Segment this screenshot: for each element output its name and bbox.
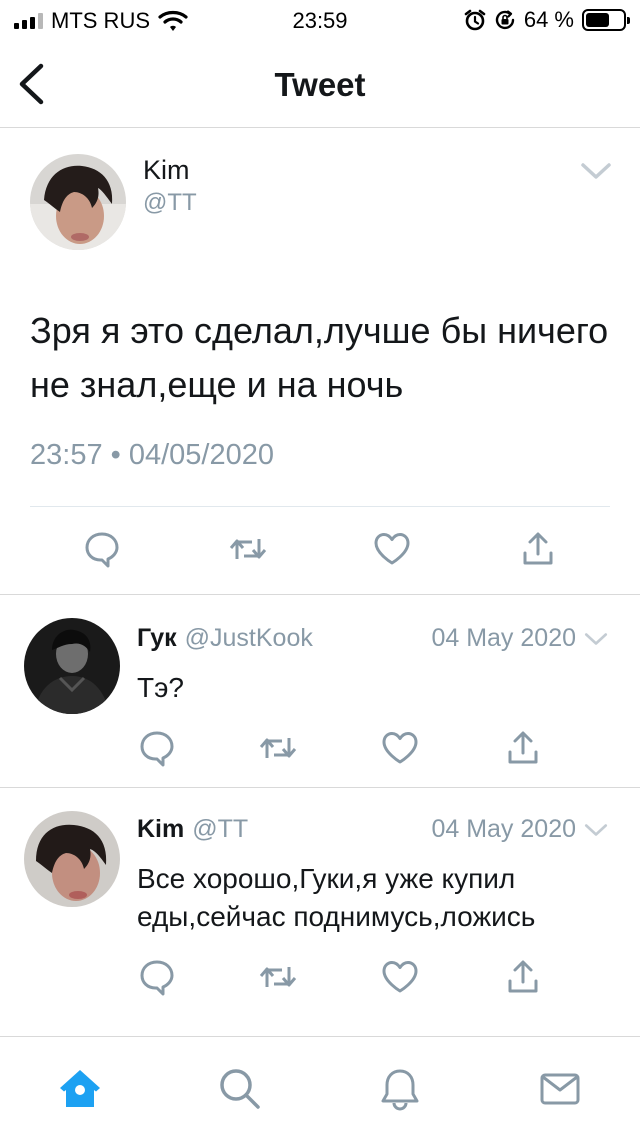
messages-icon (540, 1073, 580, 1105)
tab-home[interactable] (58, 1067, 102, 1111)
tab-notifications[interactable] (378, 1067, 422, 1111)
search-icon (220, 1069, 260, 1109)
reply-icon (137, 728, 177, 768)
reply-text: Все хорошо,Гуки,я уже купил еды,сейчас п… (137, 863, 536, 932)
battery-level (586, 13, 610, 27)
avatar[interactable] (24, 811, 120, 907)
like-icon (380, 957, 420, 997)
avatar[interactable] (30, 154, 126, 250)
retweet-icon (228, 529, 268, 569)
orientation-lock-icon (495, 10, 515, 30)
author-handle[interactable]: @TT (192, 815, 248, 843)
divider (30, 506, 610, 507)
share-button[interactable] (518, 529, 558, 569)
share-icon (503, 728, 543, 768)
author-name[interactable]: Kim (137, 815, 184, 843)
reply-button[interactable] (137, 957, 177, 997)
notifications-icon (381, 1069, 419, 1111)
battery-percent: 64 % (523, 7, 574, 32)
reply-author: Гук @JustKook (137, 624, 313, 653)
tweet-detail-screen: MTS RUS 23:59 64 % Tweet Kim @TT Зря я э… (0, 0, 640, 1136)
chevron-down-icon (584, 631, 608, 647)
reply-icon (137, 957, 177, 997)
tweet-actions (0, 529, 640, 573)
share-button[interactable] (503, 728, 543, 768)
author-name[interactable]: Гук (137, 624, 177, 652)
tab-search[interactable] (218, 1067, 262, 1111)
main-tweet: Kim @TT Зря я это сделал,лучше бы ничего… (0, 129, 640, 595)
tweet-text: Зря я это сделал,лучше бы ничего не знал… (30, 310, 609, 405)
reply-icon (82, 529, 122, 569)
reply-text: Тэ? (137, 672, 184, 703)
author-name[interactable]: Kim (143, 155, 190, 186)
tweet-menu-button[interactable] (580, 161, 612, 181)
tweet-menu-button[interactable] (584, 631, 608, 647)
like-icon (380, 728, 420, 768)
share-icon (503, 957, 543, 997)
header: Tweet (0, 40, 640, 128)
tab-bar (0, 1036, 640, 1136)
reply-tweet[interactable]: Гук @JustKook 04 May 2020 Тэ? (0, 596, 640, 788)
author-handle[interactable]: @JustKook (185, 624, 313, 652)
author-handle[interactable]: @TT (143, 189, 197, 217)
like-button[interactable] (380, 957, 420, 997)
reply-tweet[interactable]: Kim @TT 04 May 2020 Все хорошо,Гуки,я уже… (0, 789, 640, 1035)
reply-author: Kim @TT (137, 815, 248, 844)
page-title: Tweet (274, 66, 366, 103)
battery-icon (582, 9, 630, 31)
like-button[interactable] (372, 529, 412, 569)
avatar[interactable] (24, 618, 120, 714)
status-bar: MTS RUS 23:59 64 % (0, 0, 640, 40)
retweet-icon (258, 957, 298, 997)
share-icon (518, 529, 558, 569)
reply-button[interactable] (137, 728, 177, 768)
share-button[interactable] (503, 957, 543, 997)
retweet-button[interactable] (228, 529, 268, 569)
retweet-button[interactable] (258, 957, 298, 997)
tab-messages[interactable] (538, 1067, 582, 1111)
like-button[interactable] (380, 728, 420, 768)
alarm-icon (464, 9, 486, 31)
reply-date: 04 May 2020 (431, 624, 576, 652)
reply-button[interactable] (82, 529, 122, 569)
chevron-down-icon (580, 161, 612, 181)
chevron-down-icon (584, 822, 608, 838)
tweet-menu-button[interactable] (584, 822, 608, 838)
tweet-timestamp: 23:57 • 04/05/2020 (30, 439, 274, 471)
retweet-icon (258, 728, 298, 768)
home-icon (60, 1070, 100, 1107)
retweet-button[interactable] (258, 728, 298, 768)
reply-date: 04 May 2020 (431, 815, 576, 843)
like-icon (372, 529, 412, 569)
